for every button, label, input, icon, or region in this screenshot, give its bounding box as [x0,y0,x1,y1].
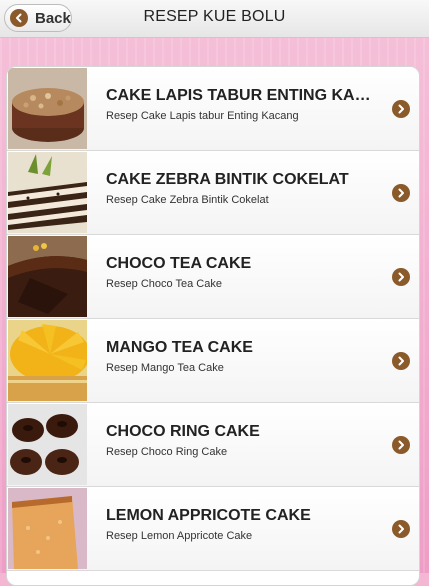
cake-zebra-thumbnail [8,152,87,233]
list-item[interactable]: CAKE ZEBRA BINTIK COKELAT Resep Cake Zeb… [7,151,419,235]
item-subtitle: Resep Choco Tea Cake [106,278,222,290]
list-item[interactable]: MANGO TEA CAKE Resep Mango Tea Cake [7,319,419,403]
item-title: CAKE LAPIS TABUR ENTING KACANG [106,87,382,104]
recipe-list: CAKE LAPIS TABUR ENTING KACANG Resep Cak… [6,66,420,586]
mango-tea-cake-thumbnail [8,320,87,401]
item-title: CAKE ZEBRA BINTIK COKELAT [106,171,349,188]
page-title: RESEP KUE BOLU [143,8,286,25]
header-bar: Back RESEP KUE BOLU [0,0,429,38]
item-title: CHOCO TEA CAKE [106,255,252,272]
chevron-right-icon [392,352,410,370]
list-item[interactable]: CHOCO RING CAKE Resep Choco Ring Cake [7,403,419,487]
cake-lapis-thumbnail [8,68,87,149]
chevron-right-icon [392,184,410,202]
chevron-right-icon [392,268,410,286]
item-subtitle: Resep Cake Zebra Bintik Cokelat [106,194,269,206]
chevron-right-icon [392,100,410,118]
item-title: MANGO TEA CAKE [106,339,253,356]
item-subtitle: Resep Lemon Appricote Cake [106,530,253,542]
item-title: CHOCO RING CAKE [106,423,260,440]
chevron-right-icon [392,436,410,454]
list-item[interactable]: LEMON APPRICOTE CAKE Resep Lemon Apprico… [7,487,419,571]
item-subtitle: Resep Cake Lapis tabur Enting Kacang [106,110,299,122]
item-subtitle: Resep Choco Ring Cake [106,446,228,458]
lemon-appricote-cake-thumbnail [8,488,87,569]
chevron-right-icon [392,520,410,538]
item-title: LEMON APPRICOTE CAKE [106,507,311,524]
list-item[interactable]: CHOCO TEA CAKE Resep Choco Tea Cake [7,235,419,319]
item-subtitle: Resep Mango Tea Cake [106,362,224,374]
choco-tea-cake-thumbnail [8,236,87,317]
list-item[interactable]: CAKE LAPIS TABUR ENTING KACANG Resep Cak… [7,67,419,151]
choco-ring-cake-thumbnail [8,404,87,485]
